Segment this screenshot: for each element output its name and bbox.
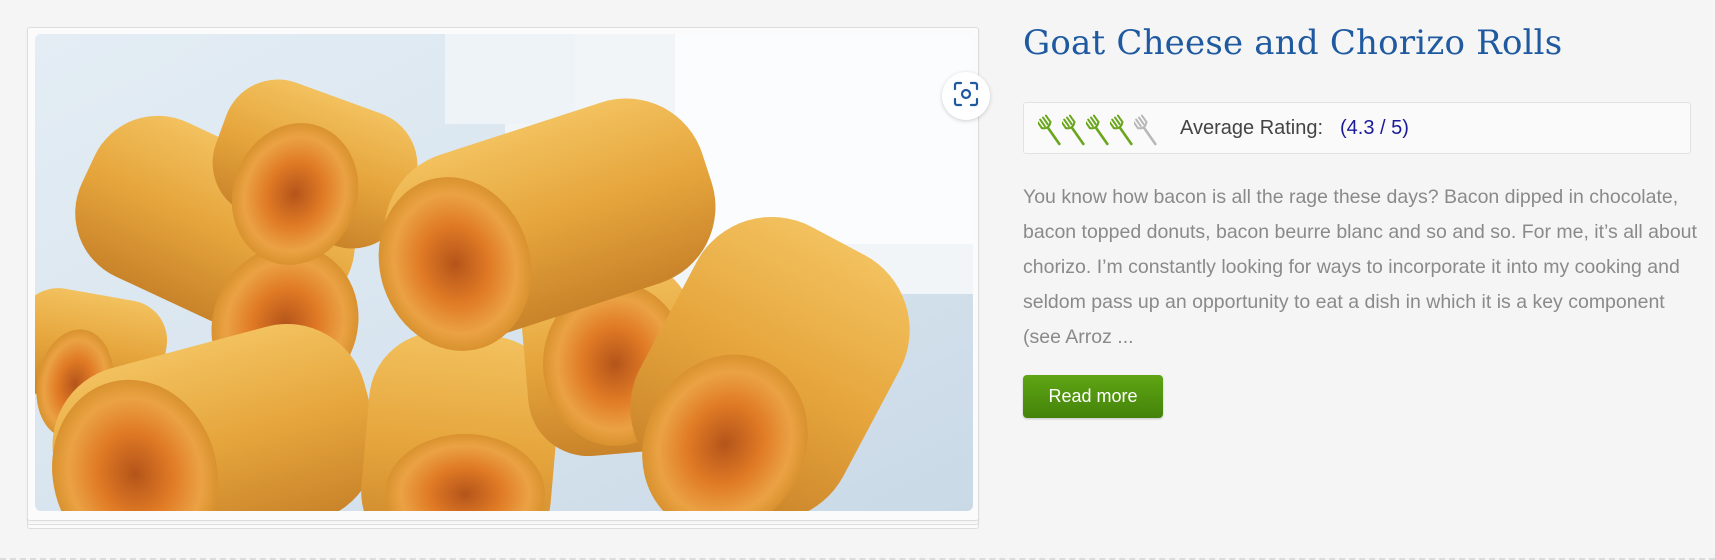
recipe-photo-frame [27, 27, 990, 529]
recipe-photo[interactable] [35, 34, 973, 511]
read-more-button[interactable]: Read more [1023, 375, 1163, 418]
fork-icon[interactable] [1038, 114, 1062, 148]
recipe-photo-image [35, 34, 973, 511]
recipe-description: You know how bacon is all the rage these… [1023, 186, 1697, 348]
rating-label: Average Rating: [1180, 117, 1324, 139]
fork-icon[interactable] [1062, 114, 1086, 148]
fork-rating[interactable] [1038, 114, 1158, 148]
rating-box: Average Rating: (4.3 / 5) [1023, 102, 1691, 154]
recipe-card: Goat Cheese and Chorizo Rolls Average Ra… [0, 0, 1715, 560]
fork-icon[interactable] [1110, 114, 1134, 148]
rating-value: (4.3 / 5) [1340, 117, 1409, 139]
fork-icon[interactable] [1086, 114, 1110, 148]
recipe-title[interactable]: Goat Cheese and Chorizo Rolls [1023, 23, 1562, 63]
lens-scan-icon [953, 81, 979, 112]
lens-scan-button[interactable] [942, 72, 990, 120]
fork-icon[interactable] [1134, 114, 1158, 148]
